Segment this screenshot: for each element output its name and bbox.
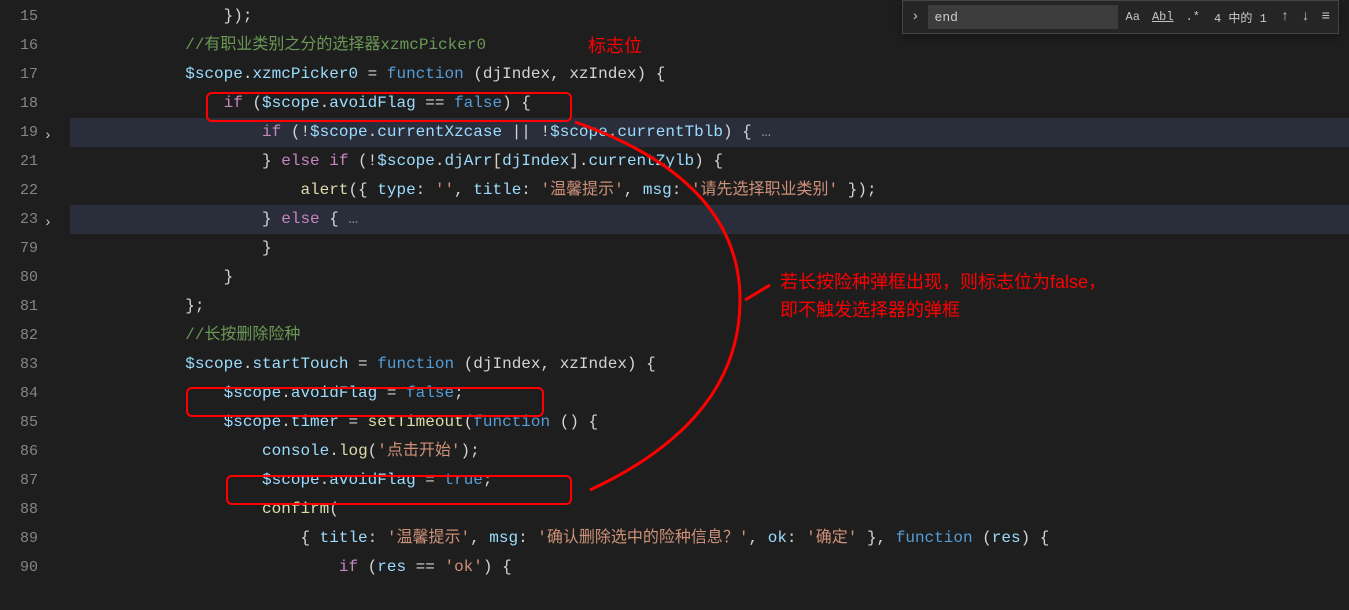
line-number: 23› [0, 205, 38, 234]
line-number-gutter: 15 16 17 18 19› 21 22 23› 79 80 81 82 83… [0, 0, 48, 610]
line-number: 79 [0, 234, 38, 263]
code-content[interactable]: }); //有职业类别之分的选择器xzmcPicker0 $scope.xzmc… [48, 0, 1349, 610]
line-number: 82 [0, 321, 38, 350]
code-editor: 15 16 17 18 19› 21 22 23› 79 80 81 82 83… [0, 0, 1349, 610]
line-number: 17 [0, 60, 38, 89]
code-line[interactable]: } [70, 234, 1349, 263]
code-line[interactable]: $scope.startTouch = function (djIndex, x… [70, 350, 1349, 379]
code-line[interactable]: confirm( [70, 495, 1349, 524]
line-number: 86 [0, 437, 38, 466]
line-number: 19› [0, 118, 38, 147]
code-line[interactable]: } else if (!$scope.djArr[djIndex].curren… [70, 147, 1349, 176]
code-line[interactable]: if (res == 'ok') { [70, 553, 1349, 582]
code-line[interactable]: if (!$scope.currentXzcase || !$scope.cur… [70, 118, 1349, 147]
code-line[interactable]: console.log('点击开始'); [70, 437, 1349, 466]
find-expand-icon[interactable]: › [907, 9, 923, 25]
find-result-count: 4 中的 1 [1208, 9, 1273, 26]
line-number: 90 [0, 553, 38, 582]
line-number: 83 [0, 350, 38, 379]
code-line[interactable]: $scope.timer = setTimeout(function () { [70, 408, 1349, 437]
line-number: 81 [0, 292, 38, 321]
find-case-toggle[interactable]: Aa [1122, 8, 1144, 26]
code-line[interactable]: { title: '温馨提示', msg: '确认删除选中的险种信息？', ok… [70, 524, 1349, 553]
line-number: 15 [0, 2, 38, 31]
code-line[interactable]: $scope.avoidFlag = true; [70, 466, 1349, 495]
find-word-toggle[interactable]: Abl [1148, 8, 1178, 26]
code-line[interactable]: $scope.avoidFlag = false; [70, 379, 1349, 408]
line-number: 87 [0, 466, 38, 495]
find-next-icon[interactable]: ↓ [1297, 7, 1313, 27]
find-menu-icon[interactable]: ≡ [1318, 7, 1334, 27]
comment: //长按删除险种 [185, 326, 300, 344]
code-line[interactable]: } [70, 263, 1349, 292]
line-number: 80 [0, 263, 38, 292]
find-regex-toggle[interactable]: .* [1182, 8, 1204, 26]
code-line[interactable]: $scope.xzmcPicker0 = function (djIndex, … [70, 60, 1349, 89]
code-line[interactable]: alert({ type: '', title: '温馨提示', msg: '请… [70, 176, 1349, 205]
line-number: 89 [0, 524, 38, 553]
code-line[interactable]: }; [70, 292, 1349, 321]
line-number: 21 [0, 147, 38, 176]
code-line[interactable]: if ($scope.avoidFlag == false) { [70, 89, 1349, 118]
line-number: 16 [0, 31, 38, 60]
code-line[interactable]: //有职业类别之分的选择器xzmcPicker0 [70, 31, 1349, 60]
line-number: 18 [0, 89, 38, 118]
line-number: 88 [0, 495, 38, 524]
line-number: 84 [0, 379, 38, 408]
code-line[interactable]: //长按删除险种 [70, 321, 1349, 350]
line-number: 85 [0, 408, 38, 437]
comment: //有职业类别之分的选择器xzmcPicker0 [185, 36, 486, 54]
find-input[interactable] [928, 5, 1118, 29]
find-prev-icon[interactable]: ↑ [1277, 7, 1293, 27]
line-number: 22 [0, 176, 38, 205]
find-widget: › Aa Abl .* 4 中的 1 ↑ ↓ ≡ [902, 0, 1339, 34]
code-line[interactable]: } else { … [70, 205, 1349, 234]
